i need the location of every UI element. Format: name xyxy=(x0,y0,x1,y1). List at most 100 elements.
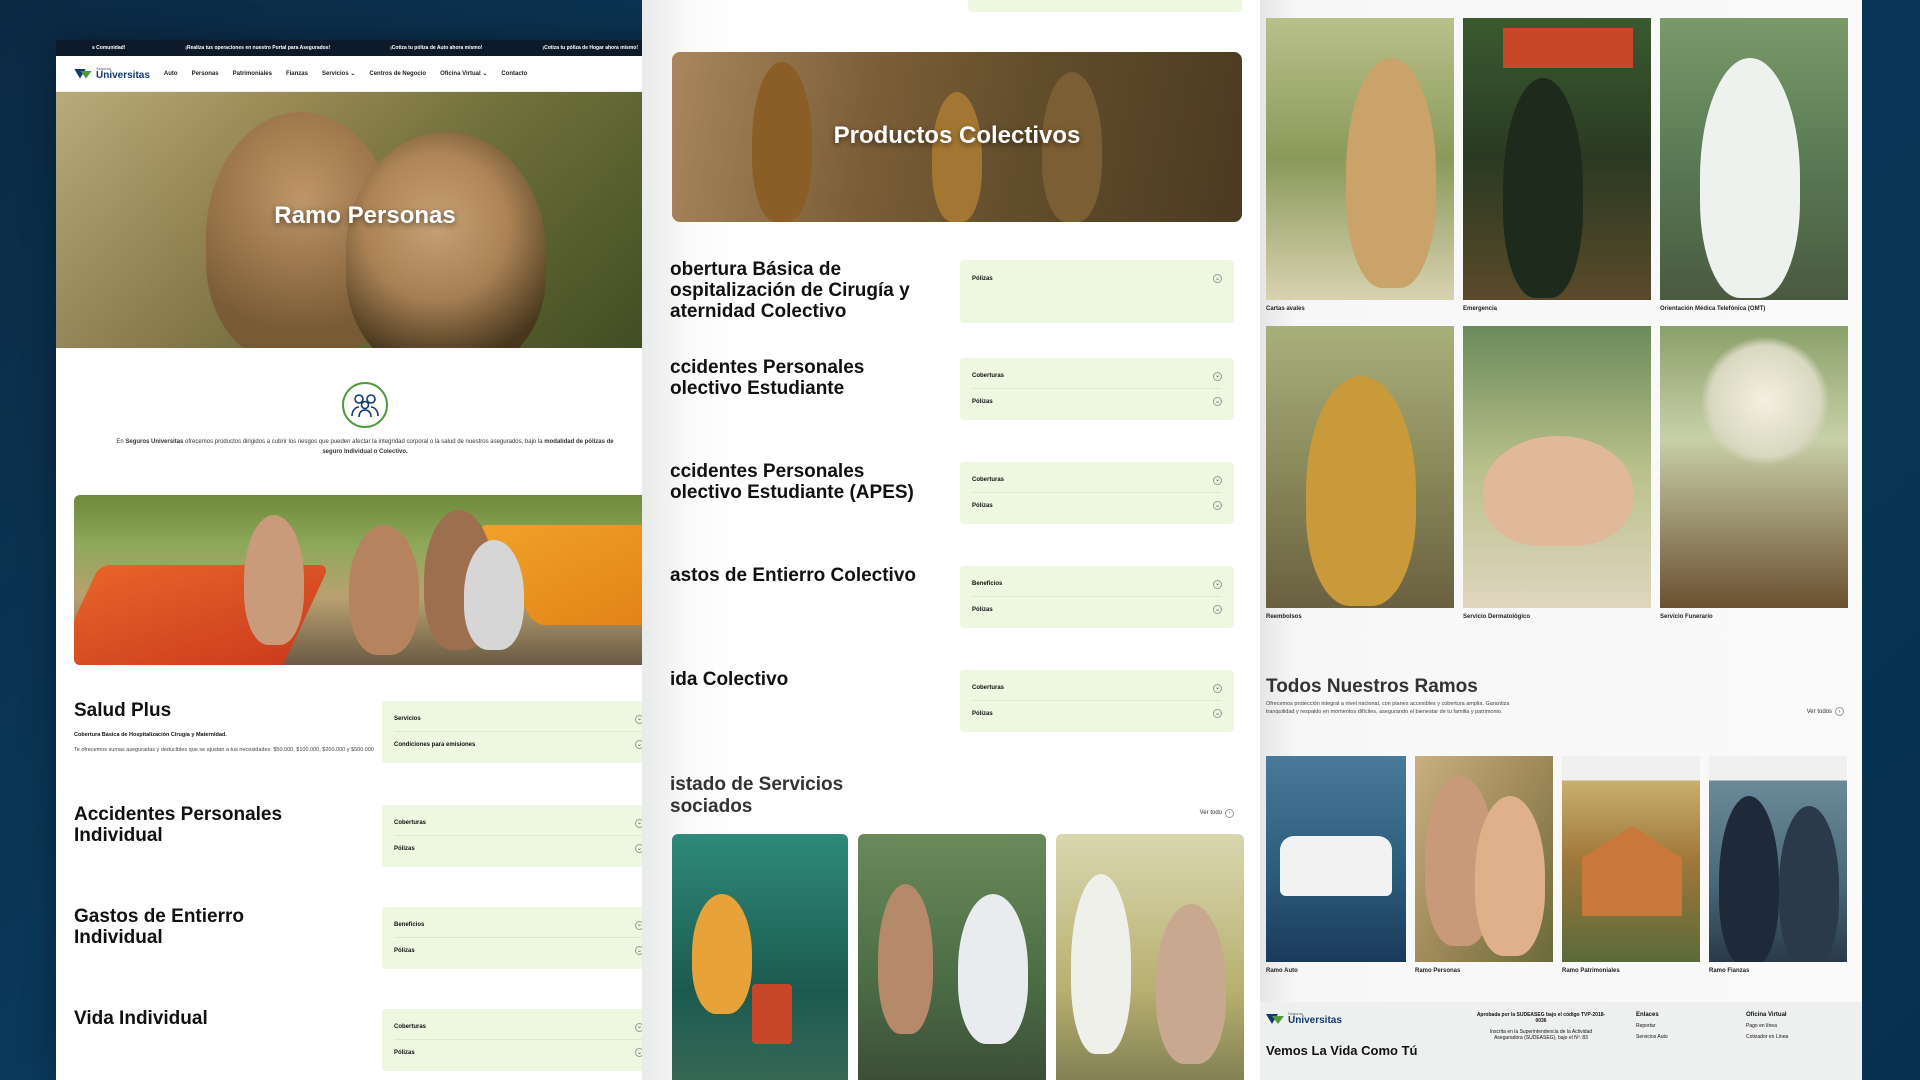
service-caption: Orientación Médica Telefónica (OMT) xyxy=(1660,306,1766,312)
product-vida-individual: Vida Individual Coberturas ⌄ Pólizas ⌄ xyxy=(56,1008,674,1072)
footer-links-title: Enlaces xyxy=(1636,1012,1659,1018)
nav-contacto[interactable]: Contacto xyxy=(501,71,527,77)
nav-fianzas[interactable]: Fianzas xyxy=(286,71,308,77)
accordion-item[interactable]: Pólizas ⌄ xyxy=(972,701,1222,726)
footer-link[interactable]: Cotizador en Línea xyxy=(1746,1034,1826,1040)
accordion-item[interactable]: Servicios ⌄ xyxy=(394,707,644,733)
chevron-down-icon: ⌄ xyxy=(1213,274,1222,283)
nav-servicios[interactable]: Servicios ⌄ xyxy=(322,70,355,77)
product-accidentes-personales: Accidentes Personales Individual Cobertu… xyxy=(56,804,674,868)
nav-personas[interactable]: Personas xyxy=(192,71,219,77)
footer-link[interactable]: Servicios Auto xyxy=(1636,1034,1716,1040)
product-title: ida Colectivo xyxy=(670,669,789,690)
chevron-down-icon: ⌄ xyxy=(1213,475,1222,485)
service-card[interactable]: Servicio Dermatológico xyxy=(1463,326,1651,620)
product-description: Te ofrecemos sumas aseguradas y deducibl… xyxy=(74,747,374,754)
footer-link[interactable]: Pago en línea xyxy=(1746,1023,1826,1029)
footer: Seguros Universitas Vemos La Vida Como T… xyxy=(1260,1002,1862,1080)
suitcase-icon xyxy=(752,984,792,1044)
chevron-down-icon: ⌄ xyxy=(350,71,356,77)
nav-oficina-virtual[interactable]: Oficina Virtual ⌄ xyxy=(440,70,487,77)
ramo-image xyxy=(1266,756,1406,962)
accordion-item[interactable]: Pólizas ⌄ xyxy=(972,389,1222,414)
footer-tagline: Vemos La Vida Como Tú xyxy=(1266,1043,1418,1058)
service-image xyxy=(1266,326,1454,608)
service-card[interactable]: Servicio Funerario xyxy=(1660,326,1848,620)
person xyxy=(244,515,304,646)
footer-office-title: Oficina Virtual xyxy=(1746,1012,1787,1018)
traveler xyxy=(692,894,752,1014)
services-grid: Cartas avales Emergencia Orientación Méd… xyxy=(1266,18,1848,620)
footer-link[interactable]: Reportar xyxy=(1636,1023,1716,1029)
chevron-down-icon: ⌄ xyxy=(1213,397,1222,406)
accordion-item[interactable]: Pólizas ⌄ xyxy=(972,597,1222,622)
service-card[interactable]: Reembolsos xyxy=(1266,326,1454,620)
accordion-item[interactable]: Coberturas ⌄ xyxy=(972,468,1222,493)
accordion-item[interactable]: Coberturas ⌄ xyxy=(972,676,1222,701)
service-caption: Cartas avales xyxy=(1266,306,1305,312)
accordion-item[interactable]: Pólizas ⌄ xyxy=(394,938,644,963)
section-title: istado de Servicios sociados xyxy=(670,774,844,817)
accordion: Coberturas ⌄ Pólizas ⌄ xyxy=(960,670,1234,732)
chevron-down-icon: ⌄ xyxy=(1213,501,1222,510)
chevron-down-icon: ⌄ xyxy=(482,71,488,77)
product-accidentes-apes: ccidentes Personales olectivo Estudiante… xyxy=(670,461,1260,524)
service-card[interactable]: Cartas avales xyxy=(1266,18,1454,312)
accordion: Servicios ⌄ Condiciones para emisiones ⌄ xyxy=(382,701,656,764)
logo[interactable]: Seguros Universitas xyxy=(74,66,150,81)
family-playground-image xyxy=(74,495,656,666)
accordion-item[interactable]: Coberturas ⌄ xyxy=(972,364,1222,389)
hero-title: Productos Colectivos xyxy=(833,122,1081,149)
accordion-item[interactable]: Condiciones para emisiones ⌄ xyxy=(394,732,644,757)
product-gastos-entierro-colectivo: astos de Entierro Colectivo Beneficios ⌄ … xyxy=(670,565,1260,628)
accordion-item[interactable]: Coberturas ⌄ xyxy=(394,811,644,837)
service-card-image[interactable] xyxy=(672,834,848,1080)
service-image xyxy=(1266,18,1454,300)
product-title: Accidentes Personales Individual xyxy=(74,804,283,847)
service-card[interactable]: Orientación Médica Telefónica (OMT) xyxy=(1660,18,1848,312)
see-all-link[interactable]: Ver todos › xyxy=(1807,707,1844,717)
service-card-image[interactable] xyxy=(1056,834,1244,1080)
ramos-description: Ofrecemos protección integral a nivel na… xyxy=(1266,700,1510,716)
ramo-card[interactable]: Ramo Fianzas xyxy=(1709,756,1847,974)
ticker-item[interactable]: ¡Cotiza tu póliza de Hogar ahora mismo! xyxy=(542,45,638,51)
ramos-section: Todos Nuestros Ramos Ofrecemos protecció… xyxy=(1266,676,1844,717)
ramo-card[interactable]: Ramo Personas xyxy=(1415,756,1553,974)
person xyxy=(1719,796,1779,962)
nav-patrimoniales[interactable]: Patrimoniales xyxy=(233,71,272,77)
accordion-item[interactable]: Beneficios ⌄ xyxy=(394,913,644,939)
doctor xyxy=(958,894,1028,1044)
product-title: astos de Entierro Colectivo xyxy=(670,565,917,586)
ticker-item[interactable]: ¡Cotiza tu póliza de Auto ahora mismo! xyxy=(390,45,482,51)
group-icon xyxy=(342,382,388,428)
accordion-item[interactable]: Pólizas ⌄ xyxy=(972,493,1222,518)
nav-auto[interactable]: Auto xyxy=(164,71,178,77)
accordion-item[interactable]: Coberturas ⌄ xyxy=(394,1015,644,1041)
accordion: Coberturas ⌄ Pólizas ⌄ xyxy=(960,358,1234,420)
service-card-image[interactable] xyxy=(858,834,1046,1080)
section-title: Todos Nuestros Ramos xyxy=(1266,676,1478,697)
top-accordion-edge xyxy=(968,0,1242,12)
logo-icon xyxy=(74,68,92,80)
accordion-item[interactable]: Pólizas ⌄ xyxy=(394,1040,644,1065)
accordion-item[interactable]: Beneficios ⌄ xyxy=(972,572,1222,597)
product-subtitle: Cobertura Básica de Hospitalización Ciru… xyxy=(74,732,227,739)
ticker-item[interactable]: ¡Realiza tus operaciones en nuestro Port… xyxy=(185,45,330,51)
logo-icon xyxy=(1266,1013,1284,1025)
intro-text: En Seguros Universitas ofrecemos product… xyxy=(116,439,614,455)
product-title: Vida Individual xyxy=(74,1008,208,1030)
footer-logo[interactable]: Seguros Universitas xyxy=(1266,1012,1446,1026)
ramo-card[interactable]: Ramo Patrimoniales xyxy=(1562,756,1700,974)
ramo-image xyxy=(1415,756,1553,962)
intro-section: En Seguros Universitas ofrecemos product… xyxy=(56,348,674,457)
arrow-right-icon: › xyxy=(1835,707,1844,717)
nav-centros-negocio[interactable]: Centros de Negocio xyxy=(369,71,426,77)
see-all-link[interactable]: Ver todo › xyxy=(1200,808,1234,818)
ramo-card[interactable]: Ramo Auto xyxy=(1266,756,1406,974)
ramo-caption: Ramo Personas xyxy=(1415,968,1461,974)
service-card[interactable]: Emergencia xyxy=(1463,18,1651,312)
chevron-down-icon: ⌄ xyxy=(1213,371,1222,381)
product-salud-plus: Salud Plus Cobertura Básica de Hospitali… xyxy=(56,700,674,764)
accordion-item[interactable]: Pólizas ⌄ xyxy=(394,836,644,861)
accordion-item[interactable]: Pólizas ⌄ xyxy=(972,266,1222,291)
